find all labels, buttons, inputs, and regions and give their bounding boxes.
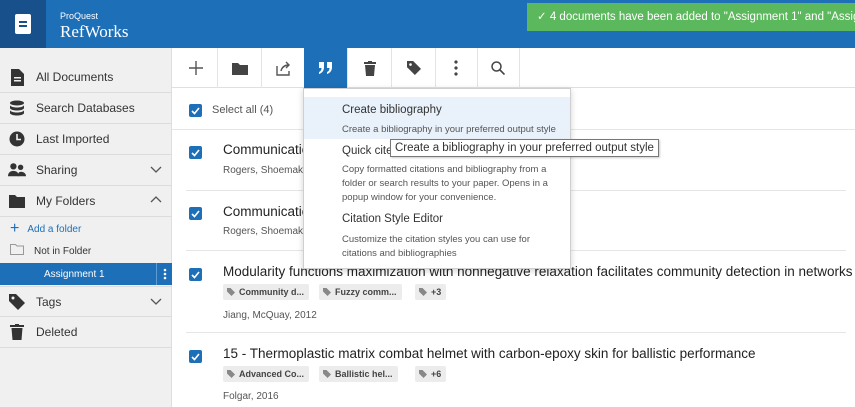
trash-icon [8, 323, 26, 341]
document-meta: Jiang, McQuay, 2012 [223, 310, 317, 321]
tooltip: Create a bibliography in your preferred … [390, 139, 659, 157]
chevron-up-icon[interactable] [150, 194, 162, 206]
tag-chip[interactable]: Advanced Co... [223, 366, 310, 382]
add-button[interactable] [174, 48, 218, 88]
chevron-down-icon[interactable] [150, 295, 162, 307]
sidebar-item-sharing[interactable]: Sharing [0, 155, 172, 186]
document-meta: Folgar, 2016 [223, 391, 279, 402]
menu-item-create-bibliography[interactable]: Create bibliography Create a bibliograph… [304, 97, 570, 139]
delete-button[interactable] [348, 48, 392, 88]
users-icon [8, 161, 26, 179]
trash-icon [363, 60, 376, 76]
row-divider [186, 332, 846, 333]
sidebar-item-my-folders[interactable]: My Folders [0, 186, 172, 217]
tag-icon [227, 288, 235, 296]
document-title[interactable]: Communicatio [223, 142, 309, 157]
tag-chip[interactable]: Fuzzy comm... [319, 284, 402, 300]
document-icon [15, 14, 31, 34]
sidebar-item-search-databases[interactable]: Search Databases [0, 93, 172, 124]
top-bar: ProQuest RefWorks ✓ 4 documents have bee… [0, 0, 855, 48]
document-icon [8, 68, 26, 86]
tag-more-chip[interactable]: +3 [415, 284, 447, 300]
document-title[interactable]: 15 - Thermoplastic matrix combat helmet … [223, 346, 755, 361]
sidebar-item-assignment-1[interactable]: Assignment 1 [0, 263, 172, 285]
document-checkbox[interactable] [189, 146, 202, 159]
cite-button[interactable] [304, 48, 348, 88]
select-all-label: Select all (4) [212, 104, 274, 116]
sidebar-item-not-in-folder[interactable]: Not in Folder [0, 240, 172, 262]
tag-icon [419, 288, 427, 296]
search-icon [490, 61, 505, 75]
add-icon [188, 61, 203, 75]
document-meta: Rogers, Shoemake [223, 226, 309, 237]
brand-proquest: ProQuest [60, 11, 99, 21]
menu-item-description: Copy formatted citations and bibliograph… [342, 164, 548, 203]
tag-icon [419, 370, 427, 378]
sidebar-item-label: Last Imported [36, 132, 110, 146]
tag-chip[interactable]: Community d... [223, 284, 309, 300]
menu-item-title: Citation Style Editor [342, 213, 443, 225]
tag-icon [323, 288, 331, 296]
folder-icon [8, 192, 26, 210]
sidebar-item-label: Search Databases [36, 101, 135, 115]
search-button[interactable] [476, 48, 520, 88]
document-checkbox[interactable] [189, 268, 202, 281]
document-checkbox[interactable] [189, 350, 202, 363]
tag-icon [323, 370, 331, 378]
success-toast[interactable]: ✓ 4 documents have been added to "Assign… [527, 3, 855, 31]
sidebar-item-label: Tags [36, 294, 62, 309]
menu-item-description: Create a bibliography in your preferred … [342, 124, 556, 135]
more-options-icon[interactable] [156, 263, 172, 285]
tag-icon [8, 293, 26, 311]
sidebar-item-label: My Folders [36, 194, 96, 208]
folder-icon [231, 62, 248, 75]
document-checkbox[interactable] [189, 207, 202, 220]
clock-icon [8, 130, 26, 148]
sidebar-item-deleted[interactable]: Deleted [0, 317, 172, 348]
tag-more-chip[interactable]: +6 [415, 366, 447, 382]
chevron-down-icon[interactable] [150, 163, 162, 175]
tag-button[interactable] [392, 48, 436, 88]
menu-item-citation-style-editor[interactable]: Citation Style Editor Customize the cita… [304, 209, 570, 265]
tag-icon [227, 370, 235, 378]
tag-chip[interactable]: Ballistic hel... [319, 366, 398, 382]
sidebar-item-label: All Documents [36, 70, 114, 84]
menu-item-description: Customize the citation styles you can us… [342, 234, 530, 259]
folder-button[interactable] [218, 48, 262, 88]
sidebar-item-all-documents[interactable]: All Documents [0, 62, 172, 93]
document-meta: Rogers, Shoemake [223, 165, 309, 176]
sidebar: All Documents Search Databases Last Impo… [0, 48, 172, 407]
sidebar-item-label: Deleted [36, 325, 78, 339]
share-icon [275, 61, 290, 76]
folder-outline-icon [10, 244, 24, 258]
sidebar-item-label: Sharing [36, 163, 78, 177]
add-folder-button[interactable]: + Add a folder [0, 218, 172, 240]
app-logo[interactable] [0, 0, 46, 48]
document-title[interactable]: Communicatio [223, 204, 309, 219]
menu-item-title: Create bibliography [342, 104, 442, 116]
sidebar-item-last-imported[interactable]: Last Imported [0, 124, 172, 155]
sidebar-item-tags[interactable]: Tags [0, 286, 172, 317]
tag-icon [406, 61, 421, 75]
brand-refworks: RefWorks [60, 22, 129, 41]
add-folder-label: Add a folder [27, 223, 82, 235]
toolbar [172, 48, 855, 88]
quote-icon [318, 62, 332, 74]
sidebar-item-label: Not in Folder [34, 245, 92, 257]
plus-icon: + [10, 220, 20, 237]
share-button[interactable] [262, 48, 306, 88]
select-all-checkbox[interactable] [189, 104, 202, 117]
cite-dropdown-menu: Create bibliography Create a bibliograph… [303, 88, 571, 269]
more-button[interactable] [434, 48, 478, 88]
more-icon [453, 60, 458, 76]
sidebar-item-label: Assignment 1 [44, 268, 105, 280]
menu-item-title: Quick cite [342, 145, 393, 157]
database-icon [8, 99, 26, 117]
